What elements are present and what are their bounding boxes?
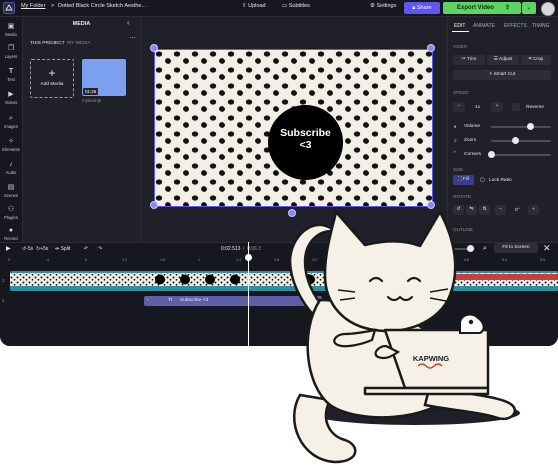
laptop-logo-text: KAPWING — [413, 354, 449, 363]
cat-illustration: KAPWING — [288, 210, 520, 464]
mouse-eye — [468, 319, 474, 325]
cat-head — [323, 210, 457, 333]
laptop-base — [363, 386, 490, 396]
